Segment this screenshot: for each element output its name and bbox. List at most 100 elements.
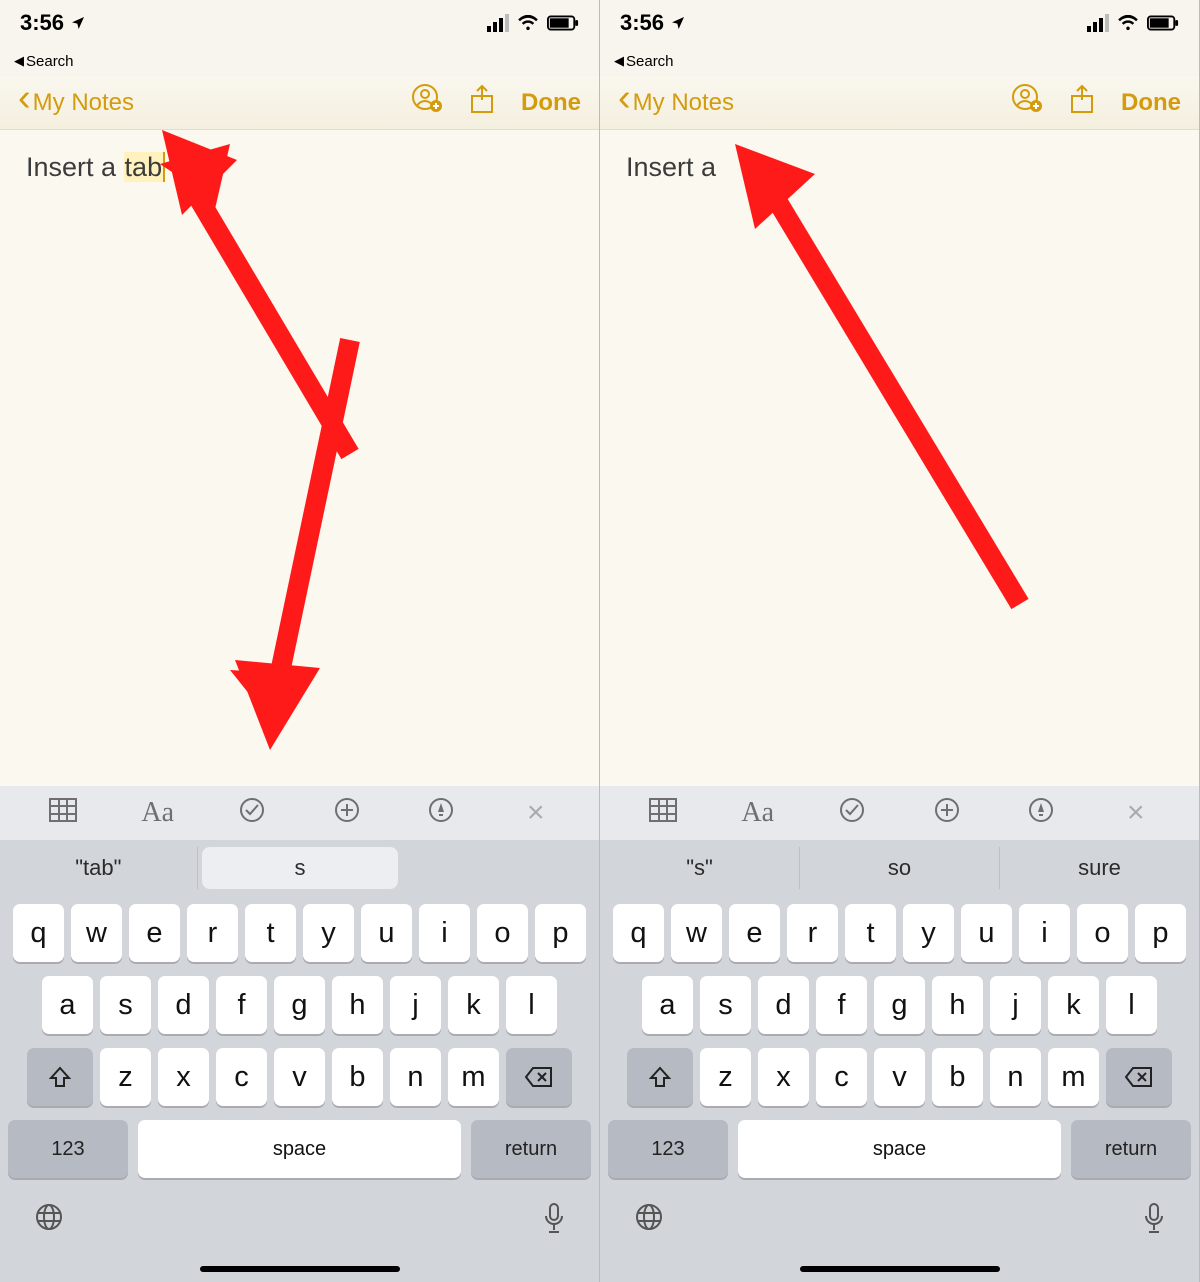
- checklist-icon[interactable]: [830, 797, 874, 830]
- key-h[interactable]: h: [332, 976, 383, 1034]
- key-n[interactable]: n: [390, 1048, 441, 1106]
- key-v[interactable]: v: [874, 1048, 925, 1106]
- key-g[interactable]: g: [274, 976, 325, 1034]
- collaborate-icon[interactable]: [1011, 83, 1043, 122]
- return-key[interactable]: return: [471, 1120, 591, 1178]
- table-icon[interactable]: [41, 798, 85, 829]
- suggestion-1[interactable]: s: [202, 847, 399, 889]
- dictation-icon[interactable]: [1143, 1202, 1165, 1234]
- key-c[interactable]: c: [816, 1048, 867, 1106]
- suggestion-1[interactable]: so: [800, 847, 1000, 889]
- note-editor[interactable]: Insert a tab: [0, 130, 599, 786]
- key-o[interactable]: o: [1077, 904, 1128, 962]
- key-z[interactable]: z: [700, 1048, 751, 1106]
- key-e[interactable]: e: [729, 904, 780, 962]
- space-key[interactable]: space: [138, 1120, 461, 1178]
- back-button[interactable]: My Notes: [618, 89, 734, 117]
- key-m[interactable]: m: [448, 1048, 499, 1106]
- text-style-button[interactable]: Aa: [736, 797, 780, 829]
- key-i[interactable]: i: [419, 904, 470, 962]
- key-n[interactable]: n: [990, 1048, 1041, 1106]
- key-d[interactable]: d: [158, 976, 209, 1034]
- key-f[interactable]: f: [816, 976, 867, 1034]
- key-y[interactable]: y: [303, 904, 354, 962]
- key-s[interactable]: s: [100, 976, 151, 1034]
- key-b[interactable]: b: [332, 1048, 383, 1106]
- key-r[interactable]: r: [787, 904, 838, 962]
- text-style-button[interactable]: Aa: [136, 797, 180, 829]
- suggestion-2[interactable]: [402, 860, 599, 876]
- add-attachment-icon[interactable]: [925, 797, 969, 830]
- keyboard: qwertyuiop asdfghjkl zxcvbnm 123 space r…: [0, 896, 599, 1192]
- backspace-key[interactable]: [506, 1048, 572, 1106]
- suggestion-0[interactable]: "tab": [0, 847, 198, 889]
- key-k[interactable]: k: [1048, 976, 1099, 1034]
- share-icon[interactable]: [469, 84, 495, 121]
- key-r[interactable]: r: [187, 904, 238, 962]
- key-q[interactable]: q: [613, 904, 664, 962]
- key-h[interactable]: h: [932, 976, 983, 1034]
- shift-key[interactable]: [27, 1048, 93, 1106]
- key-x[interactable]: x: [158, 1048, 209, 1106]
- close-toolbar-icon[interactable]: ×: [1114, 796, 1158, 830]
- close-toolbar-icon[interactable]: ×: [514, 796, 558, 830]
- checklist-icon[interactable]: [230, 797, 274, 830]
- key-y[interactable]: y: [903, 904, 954, 962]
- key-l[interactable]: l: [506, 976, 557, 1034]
- key-e[interactable]: e: [129, 904, 180, 962]
- key-m[interactable]: m: [1048, 1048, 1099, 1106]
- key-s[interactable]: s: [700, 976, 751, 1034]
- key-a[interactable]: a: [42, 976, 93, 1034]
- key-p[interactable]: p: [535, 904, 586, 962]
- key-v[interactable]: v: [274, 1048, 325, 1106]
- key-b[interactable]: b: [932, 1048, 983, 1106]
- key-d[interactable]: d: [758, 976, 809, 1034]
- key-k[interactable]: k: [448, 976, 499, 1034]
- done-button[interactable]: Done: [1121, 89, 1181, 117]
- numbers-key[interactable]: 123: [608, 1120, 728, 1178]
- breadcrumb-back-app[interactable]: ◀Search: [600, 46, 1199, 76]
- key-t[interactable]: t: [845, 904, 896, 962]
- key-q[interactable]: q: [13, 904, 64, 962]
- return-key[interactable]: return: [1071, 1120, 1191, 1178]
- key-f[interactable]: f: [216, 976, 267, 1034]
- home-indicator[interactable]: [800, 1266, 1000, 1272]
- key-j[interactable]: j: [990, 976, 1041, 1034]
- key-l[interactable]: l: [1106, 976, 1157, 1034]
- add-attachment-icon[interactable]: [325, 797, 369, 830]
- suggestion-0[interactable]: "s": [600, 847, 800, 889]
- key-a[interactable]: a: [642, 976, 693, 1034]
- collaborate-icon[interactable]: [411, 83, 443, 122]
- table-icon[interactable]: [641, 798, 685, 829]
- key-p[interactable]: p: [1135, 904, 1186, 962]
- key-o[interactable]: o: [477, 904, 528, 962]
- key-g[interactable]: g: [874, 976, 925, 1034]
- markup-icon[interactable]: [1019, 797, 1063, 830]
- globe-icon[interactable]: [634, 1202, 664, 1232]
- markup-icon[interactable]: [419, 797, 463, 830]
- key-t[interactable]: t: [245, 904, 296, 962]
- key-j[interactable]: j: [390, 976, 441, 1034]
- back-button[interactable]: My Notes: [18, 89, 134, 117]
- dictation-icon[interactable]: [543, 1202, 565, 1234]
- numbers-key[interactable]: 123: [8, 1120, 128, 1178]
- done-button[interactable]: Done: [521, 89, 581, 117]
- backspace-key[interactable]: [1106, 1048, 1172, 1106]
- key-i[interactable]: i: [1019, 904, 1070, 962]
- globe-icon[interactable]: [34, 1202, 64, 1232]
- space-key[interactable]: space: [738, 1120, 1061, 1178]
- key-u[interactable]: u: [961, 904, 1012, 962]
- key-x[interactable]: x: [758, 1048, 809, 1106]
- breadcrumb-back-app[interactable]: ◀Search: [0, 46, 599, 76]
- key-z[interactable]: z: [100, 1048, 151, 1106]
- note-editor[interactable]: Insert a s: [600, 130, 1199, 786]
- key-c[interactable]: c: [216, 1048, 267, 1106]
- shift-key[interactable]: [627, 1048, 693, 1106]
- key-u[interactable]: u: [361, 904, 412, 962]
- share-icon[interactable]: [1069, 84, 1095, 121]
- suggestion-2[interactable]: sure: [1000, 847, 1199, 889]
- home-indicator[interactable]: [200, 1266, 400, 1272]
- key-row-2: asdfghjkl: [606, 976, 1193, 1034]
- key-w[interactable]: w: [71, 904, 122, 962]
- key-w[interactable]: w: [671, 904, 722, 962]
